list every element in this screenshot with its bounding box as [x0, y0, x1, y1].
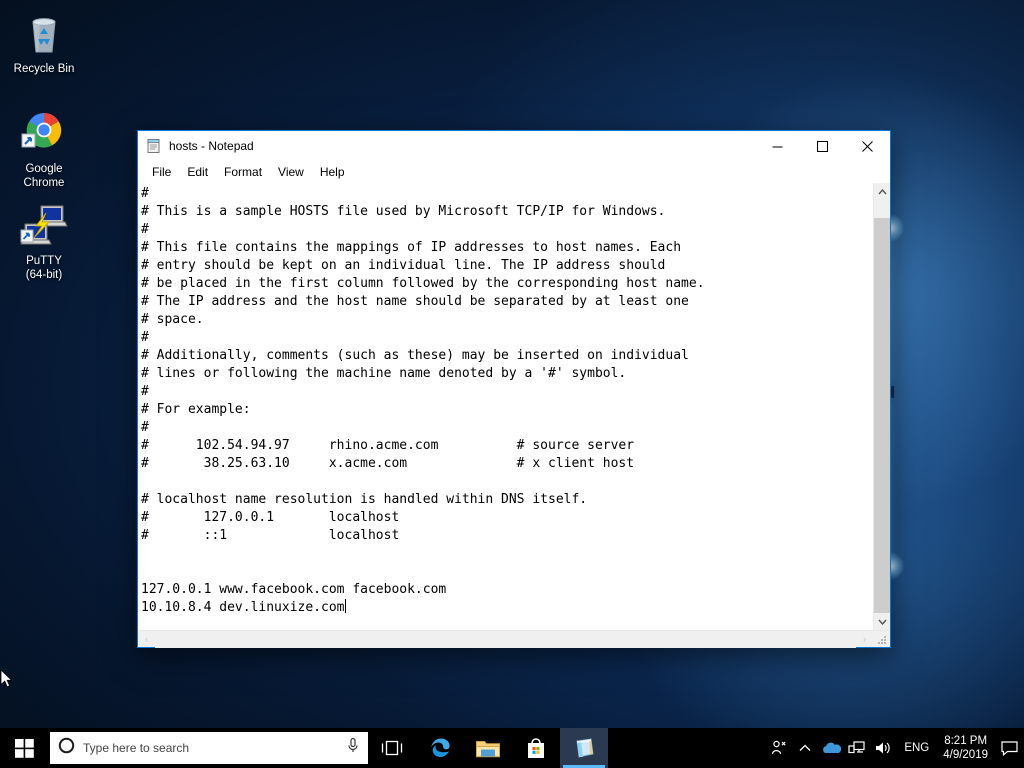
start-button[interactable]: [0, 728, 48, 768]
text-line: # entry should be kept on an individual …: [141, 258, 666, 273]
search-placeholder: Type here to search: [83, 741, 190, 755]
microsoft-store-button[interactable]: [512, 728, 560, 768]
desktop-icon-label-line1: Google: [25, 163, 63, 175]
notepad-window: hosts - Notepad File Edit Format View He…: [137, 130, 891, 648]
file-explorer-button[interactable]: [464, 728, 512, 768]
text-line: #: [141, 330, 149, 345]
language-indicator[interactable]: ENG: [896, 742, 937, 754]
recycle-bin-icon: [5, 8, 83, 58]
desktop-icon-label: Recycle Bin: [13, 63, 75, 75]
search-box[interactable]: Type here to search: [50, 732, 368, 764]
clock-date: 4/9/2019: [943, 749, 988, 761]
text-line: # 102.54.94.97 rhino.acme.com # source s…: [141, 438, 635, 453]
maximize-button[interactable]: [800, 131, 845, 161]
scroll-left-arrow[interactable]: ‹: [138, 634, 155, 644]
edge-button[interactable]: [416, 728, 464, 768]
window-title: hosts - Notepad: [169, 139, 254, 153]
google-chrome-icon: [5, 108, 83, 158]
text-line: # ::1 localhost: [141, 528, 400, 543]
taskbar: Type here to search ENG 8:21 PM 4/9/2019: [0, 728, 1024, 768]
notepad-taskbar-button[interactable]: [560, 728, 608, 768]
text-caret: [344, 599, 346, 613]
text-line: [141, 563, 873, 581]
vertical-scroll-thumb[interactable]: [874, 218, 890, 613]
vertical-scrollbar[interactable]: [873, 183, 890, 630]
window-titlebar[interactable]: hosts - Notepad: [138, 131, 890, 161]
network-icon[interactable]: [844, 728, 870, 768]
text-line: #: [141, 186, 149, 201]
text-line: # For example:: [141, 402, 251, 417]
text-line: #: [141, 420, 149, 435]
text-line: [141, 473, 873, 491]
text-line: # 127.0.0.1 localhost: [141, 510, 400, 525]
menu-format[interactable]: Format: [216, 163, 270, 181]
desktop-icon-label-line1: PuTTY: [26, 255, 62, 267]
onedrive-icon[interactable]: [818, 728, 844, 768]
horizontal-scrollbar[interactable]: ‹ ›: [138, 630, 890, 648]
text-line: 127.0.0.1 www.facebook.com facebook.com: [141, 582, 447, 597]
horizontal-scroll-track[interactable]: [155, 630, 856, 648]
desktop-icon-label-line2: Chrome: [23, 177, 65, 189]
system-tray: ENG 8:21 PM 4/9/2019: [766, 728, 1024, 768]
volume-icon[interactable]: [870, 728, 896, 768]
desktop-icon-label-line2: (64-bit): [25, 269, 63, 281]
desktop-icon-putty[interactable]: PuTTY (64-bit): [5, 200, 83, 282]
text-line: # 38.25.63.10 x.acme.com # x client host: [141, 456, 635, 471]
clock-time: 8:21 PM: [944, 735, 988, 747]
clock[interactable]: 8:21 PM 4/9/2019: [937, 734, 994, 762]
text-line: #: [141, 222, 149, 237]
microphone-icon[interactable]: [346, 737, 360, 759]
resize-grip[interactable]: [873, 631, 890, 648]
minimize-button[interactable]: [755, 131, 800, 161]
scroll-down-arrow[interactable]: [874, 613, 890, 630]
menu-view[interactable]: View: [270, 163, 312, 181]
notepad-icon: [146, 138, 162, 154]
text-line: # lines or following the machine name de…: [141, 366, 627, 381]
close-button[interactable]: [845, 131, 890, 161]
show-hidden-icons-chevron[interactable]: [792, 728, 818, 768]
text-line: [141, 545, 873, 563]
vertical-scroll-track[interactable]: [874, 200, 890, 613]
action-center-button[interactable]: [994, 728, 1024, 768]
text-line: # localhost name resolution is handled w…: [141, 492, 588, 507]
task-view-button[interactable]: [368, 728, 416, 768]
text-line: # This file contains the mappings of IP …: [141, 240, 682, 255]
menu-file[interactable]: File: [144, 163, 179, 181]
text-line: # This is a sample HOSTS file used by Mi…: [141, 204, 666, 219]
menu-edit[interactable]: Edit: [179, 163, 216, 181]
cortana-circle-icon: [58, 737, 75, 759]
text-line: # be placed in the first column followed…: [141, 276, 705, 291]
text-editor[interactable]: # # This is a sample HOSTS file used by M…: [138, 183, 873, 630]
menu-help[interactable]: Help: [312, 163, 353, 181]
text-line: # space.: [141, 312, 204, 327]
scroll-up-arrow[interactable]: [874, 183, 890, 200]
putty-icon: [5, 200, 83, 250]
desktop-icon-google-chrome[interactable]: Google Chrome: [5, 108, 83, 190]
text-line: # The IP address and the host name shoul…: [141, 294, 689, 309]
text-line-last: 10.10.8.4 dev.linuxize.com: [141, 599, 873, 617]
text-line-last-content: 10.10.8.4 dev.linuxize.com: [141, 600, 345, 615]
menu-bar: File Edit Format View Help: [138, 161, 890, 183]
desktop-icon-recycle-bin[interactable]: Recycle Bin: [5, 8, 83, 76]
people-icon[interactable]: [766, 728, 792, 768]
editor-area: # # This is a sample HOSTS file used by M…: [138, 183, 890, 648]
text-line: #: [141, 384, 149, 399]
scroll-right-arrow[interactable]: ›: [856, 634, 873, 644]
text-line: # Additionally, comments (such as these)…: [141, 348, 689, 363]
